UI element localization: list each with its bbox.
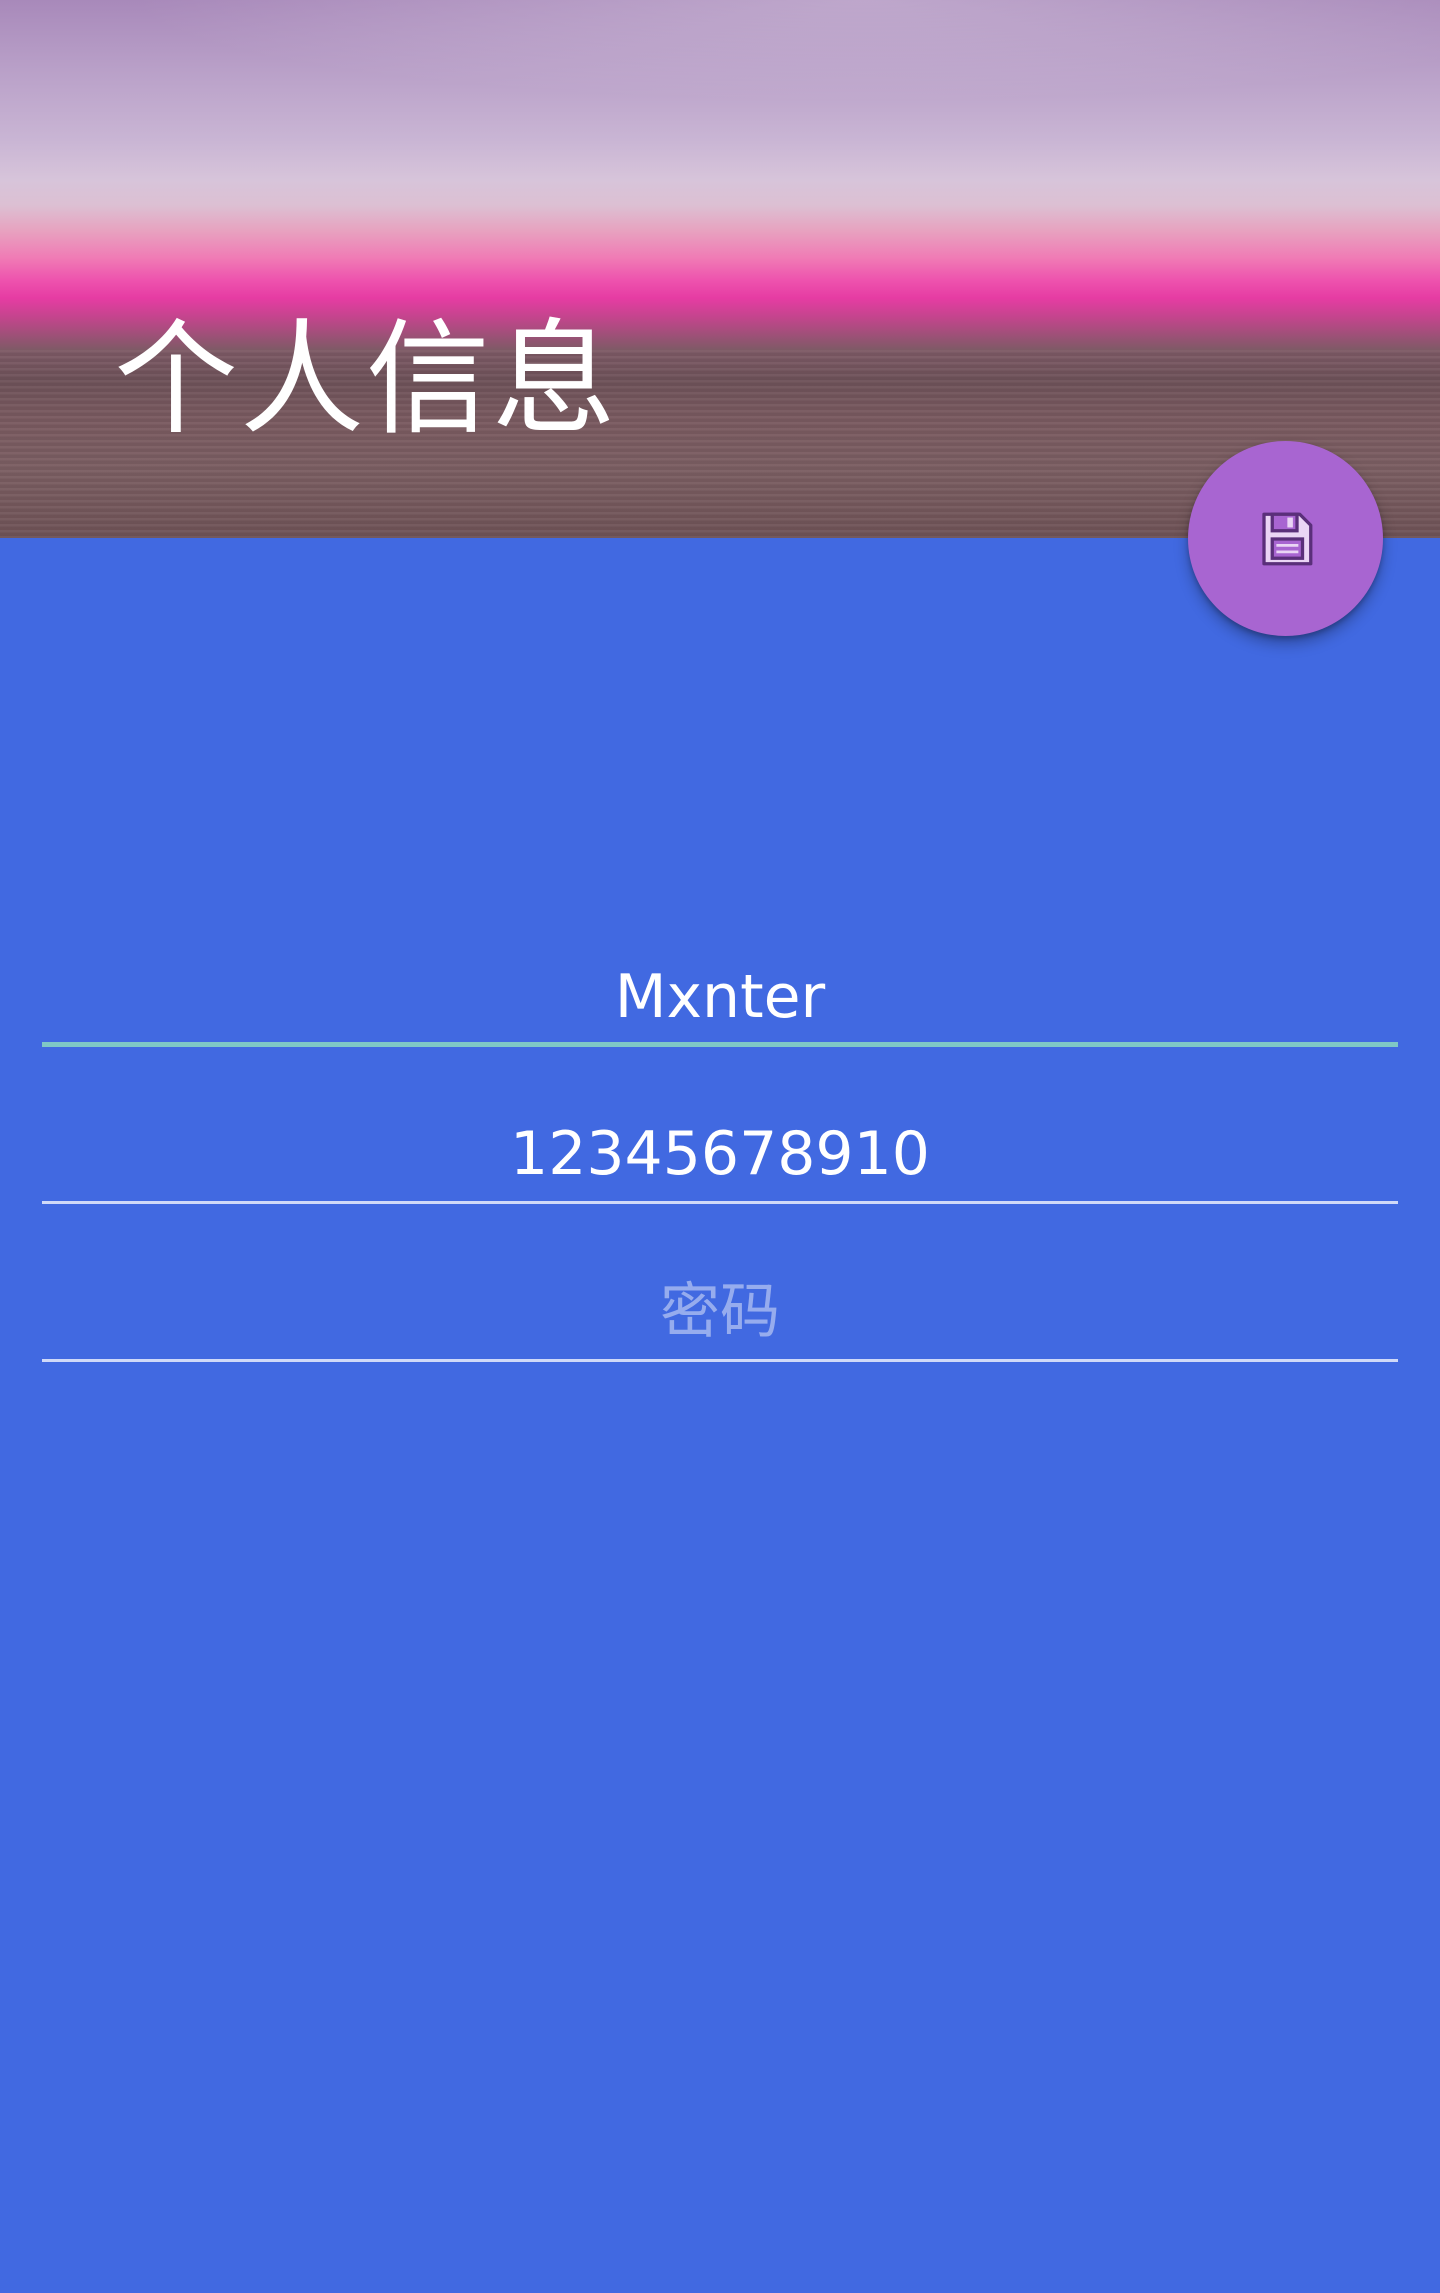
password-field-container bbox=[42, 1262, 1398, 1362]
header-banner: 个人信息 bbox=[0, 0, 1440, 538]
header-sky bbox=[0, 0, 1440, 120]
password-field[interactable] bbox=[42, 1262, 1398, 1362]
phone-underline bbox=[42, 1201, 1398, 1204]
save-icon bbox=[1261, 512, 1312, 565]
username-field-container bbox=[42, 947, 1398, 1047]
username-field[interactable] bbox=[42, 947, 1398, 1047]
page-title: 个人信息 bbox=[114, 308, 619, 452]
save-button[interactable] bbox=[1188, 441, 1383, 636]
username-underline bbox=[42, 1042, 1398, 1047]
password-underline bbox=[42, 1359, 1398, 1362]
phone-field-container bbox=[42, 1104, 1398, 1204]
phone-field[interactable] bbox=[42, 1104, 1398, 1204]
